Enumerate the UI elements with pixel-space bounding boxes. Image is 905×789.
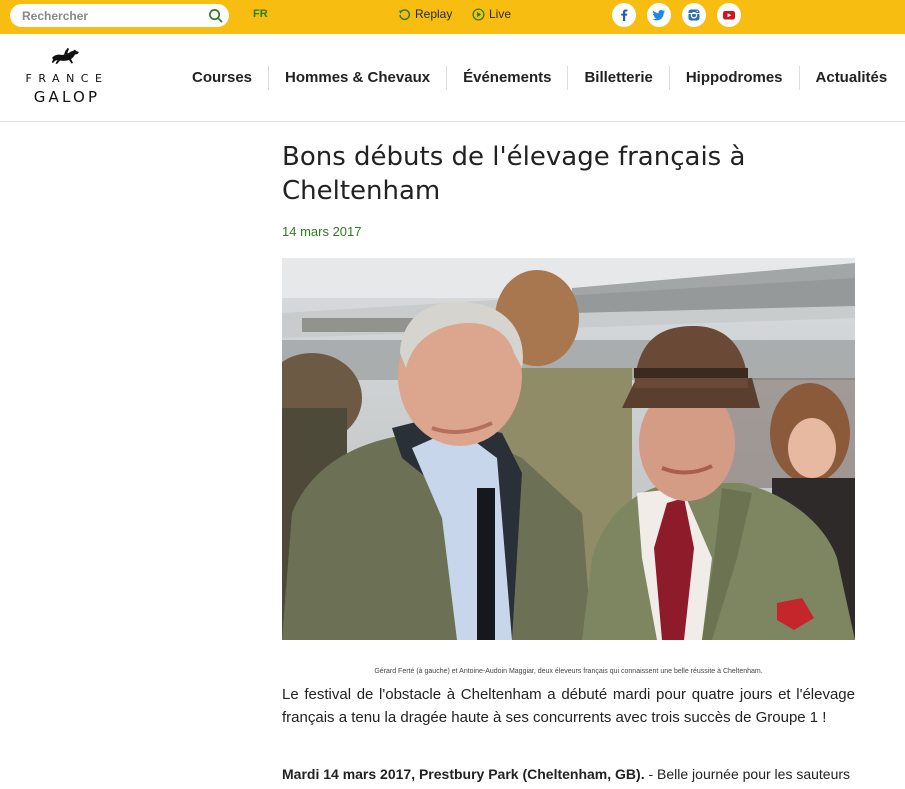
live-link[interactable]: Live bbox=[472, 7, 511, 21]
nav-item-actualites[interactable]: Actualités bbox=[798, 65, 904, 90]
nav-item-evenements[interactable]: Événements bbox=[446, 65, 567, 90]
twitter-icon bbox=[652, 10, 665, 21]
search-input[interactable] bbox=[22, 7, 202, 25]
search-box bbox=[10, 4, 229, 27]
nav-item-courses[interactable]: Courses bbox=[176, 66, 268, 90]
nav-item-hommes-chevaux[interactable]: Hommes & Chevaux bbox=[268, 65, 446, 90]
facebook-link[interactable] bbox=[612, 3, 636, 27]
nav-item-billetterie[interactable]: Billetterie bbox=[567, 65, 668, 90]
instagram-icon bbox=[688, 9, 700, 21]
live-label: Live bbox=[489, 7, 512, 21]
site-header: FRANCE GALOP Courses Hommes & Chevaux Év… bbox=[0, 34, 905, 122]
replay-link[interactable]: Replay bbox=[398, 7, 452, 21]
article-date: 14 mars 2017 bbox=[282, 224, 362, 239]
nav-item-hippodromes[interactable]: Hippodromes bbox=[668, 65, 799, 90]
paragraph-text: - Belle journée pour les sauteurs bbox=[644, 766, 851, 782]
article-photo bbox=[282, 258, 855, 640]
logo-text-france: FRANCE bbox=[25, 72, 109, 85]
main-nav: Courses Hommes & Chevaux Événements Bill… bbox=[176, 34, 903, 121]
play-icon bbox=[472, 7, 485, 21]
replay-label: Replay bbox=[415, 7, 453, 21]
france-galop-logo[interactable]: FRANCE GALOP bbox=[8, 46, 126, 108]
language-selector[interactable]: FR bbox=[253, 8, 268, 20]
twitter-link[interactable] bbox=[647, 3, 671, 27]
photo-caption: Gérard Ferté (à gauche) et Antoine-Audoi… bbox=[374, 668, 763, 675]
instagram-link[interactable] bbox=[682, 3, 706, 27]
youtube-icon bbox=[723, 11, 735, 20]
youtube-link[interactable] bbox=[717, 3, 741, 27]
paragraph-dateline: Mardi 14 mars 2017, Prestbury Park (Chel… bbox=[282, 766, 645, 782]
replay-icon bbox=[398, 8, 411, 20]
horse-jockey-icon bbox=[51, 48, 79, 64]
search-icon[interactable] bbox=[208, 8, 223, 23]
article-title: Bons débuts de l'élevage français à Chel… bbox=[282, 142, 746, 206]
top-bar: FR Replay Live bbox=[0, 0, 905, 34]
logo-text-galop: GALOP bbox=[33, 88, 101, 106]
article-paragraph: Mardi 14 mars 2017, Prestbury Park (Chel… bbox=[282, 765, 855, 784]
facebook-icon bbox=[621, 9, 628, 21]
article-lead: Le festival de l'obstacle à Cheltenham a… bbox=[282, 686, 855, 726]
